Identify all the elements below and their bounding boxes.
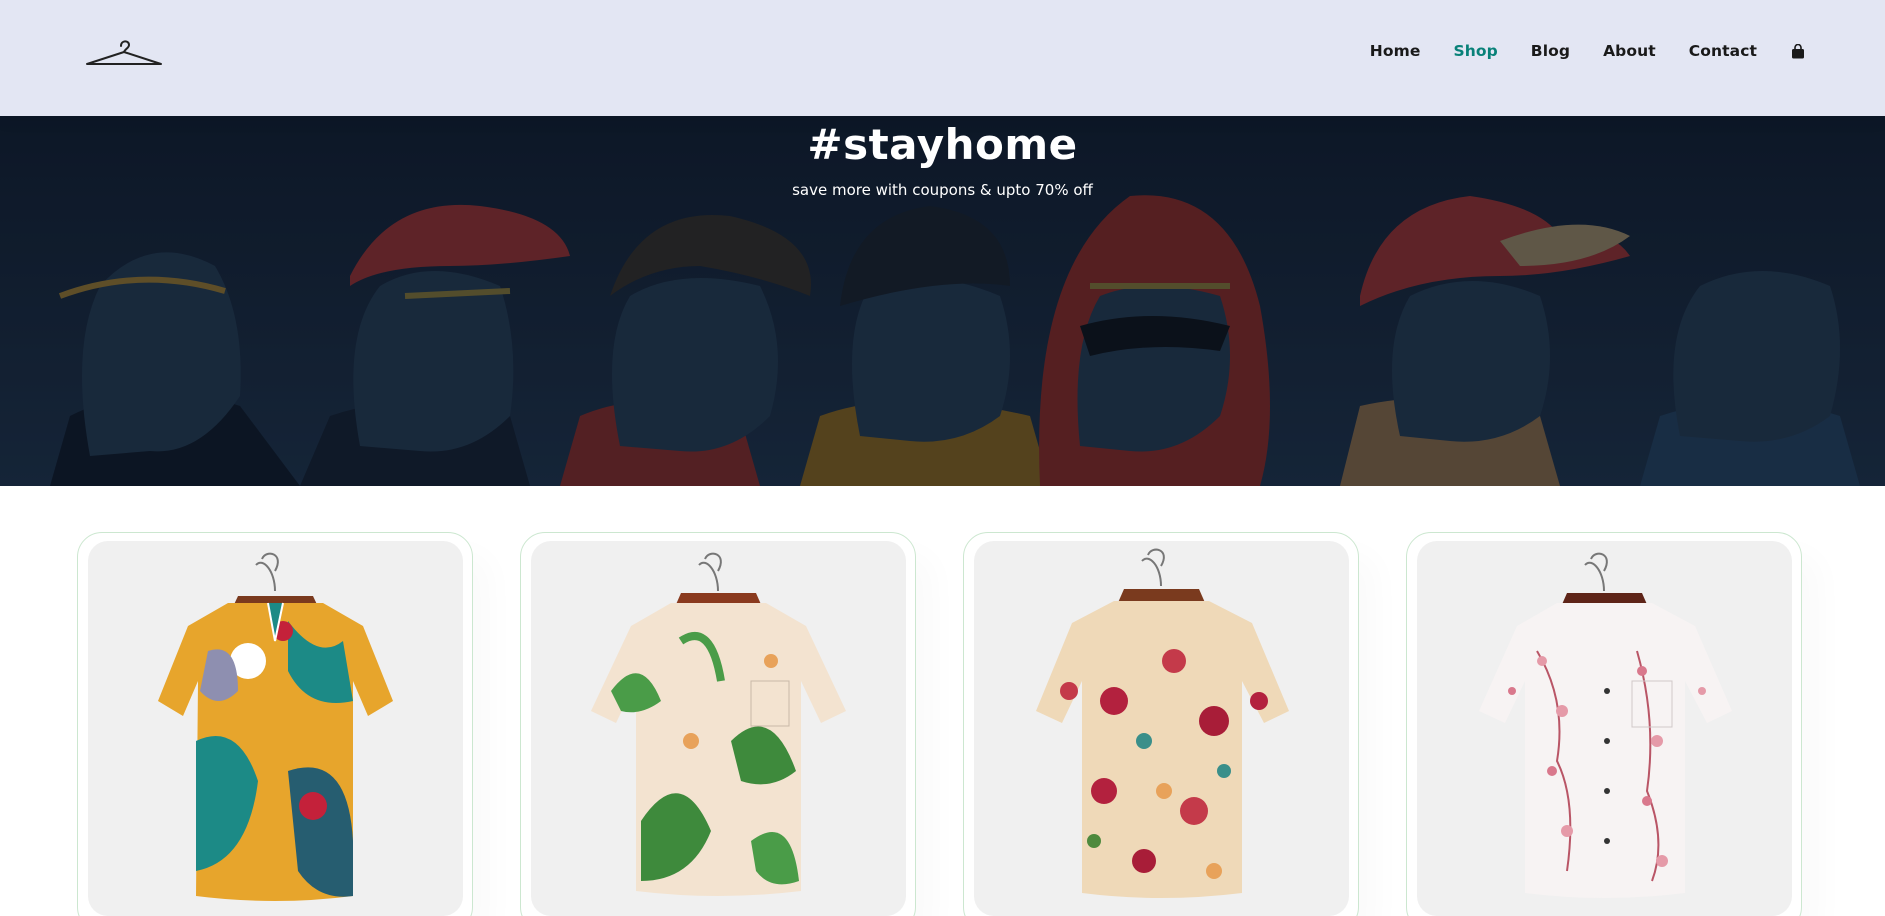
nav-home[interactable]: Home	[1370, 42, 1421, 60]
shopping-bag-icon[interactable]	[1791, 43, 1805, 59]
product-image[interactable]	[974, 541, 1349, 916]
product-image[interactable]	[1417, 541, 1792, 916]
nav-blog[interactable]: Blog	[1531, 42, 1570, 60]
main-nav: Home Shop Blog About Contact	[1337, 42, 1805, 60]
product-card[interactable]	[77, 532, 473, 916]
product-card[interactable]	[520, 532, 916, 916]
hero-illustration	[0, 116, 1885, 486]
hanger-logo-icon[interactable]	[84, 38, 164, 72]
hero-subtitle: save more with coupons & upto 70% off	[792, 181, 1093, 199]
nav-about[interactable]: About	[1603, 42, 1656, 60]
product-card[interactable]	[1406, 532, 1802, 916]
nav-contact[interactable]: Contact	[1689, 42, 1757, 60]
product-image[interactable]	[531, 541, 906, 916]
hero-title: #stayhome	[807, 120, 1078, 169]
hero-banner: #stayhome save more with coupons & upto …	[0, 116, 1885, 486]
product-card[interactable]	[963, 532, 1359, 916]
product-image[interactable]	[88, 541, 463, 916]
nav-shop[interactable]: Shop	[1453, 42, 1497, 60]
site-header: Home Shop Blog About Contact	[0, 0, 1885, 116]
